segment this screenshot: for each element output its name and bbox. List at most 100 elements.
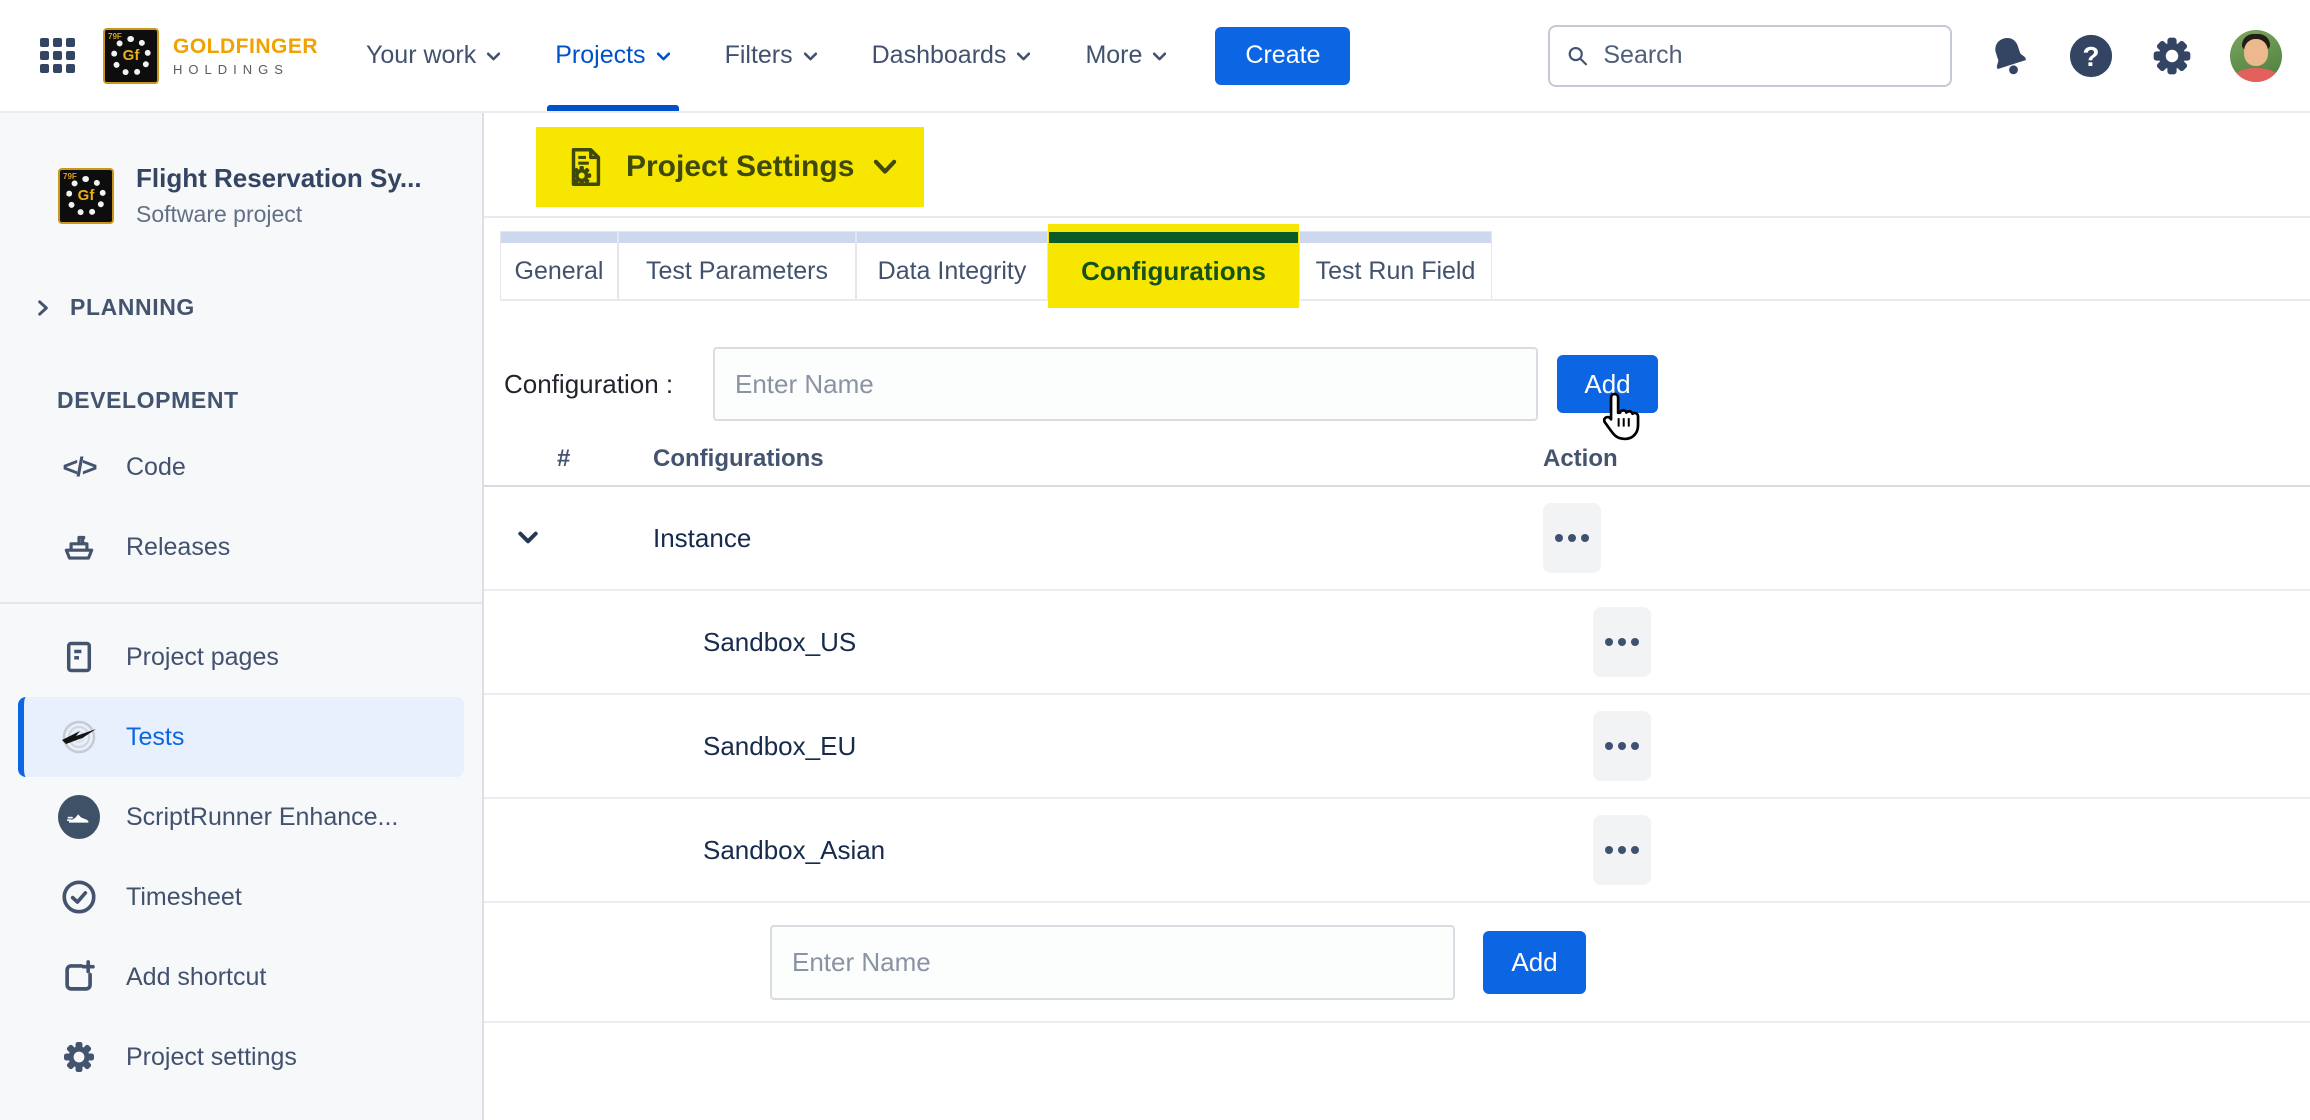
tab-test-parameters[interactable]: Test Parameters	[618, 231, 856, 299]
brand-logo[interactable]: 79F Gf GOLDFINGER HOLDINGS	[103, 28, 318, 84]
sidebar-item-add-shortcut[interactable]: Add shortcut	[0, 937, 482, 1017]
document-gear-icon	[562, 144, 608, 190]
search-input[interactable]	[1603, 41, 1934, 70]
search-box[interactable]	[1548, 25, 1952, 87]
add-sub-configuration-button[interactable]: Add	[1483, 931, 1586, 994]
help-icon[interactable]: ?	[2068, 33, 2114, 79]
project-header[interactable]: 79F Gf Flight Reservation Sy... Software…	[0, 163, 482, 228]
settings-gear-icon[interactable]	[2150, 34, 2194, 78]
tab-general[interactable]: General	[500, 231, 618, 299]
configuration-name: Sandbox_US	[653, 627, 1543, 658]
sidebar-item-scriptrunner[interactable]: ScriptRunner Enhance...	[0, 777, 482, 857]
brand-text: GOLDFINGER HOLDINGS	[173, 35, 318, 77]
tab-strip	[1300, 232, 1491, 243]
sidebar-items: </> Code Releases	[0, 427, 482, 1097]
scriptrunner-shoe-icon	[58, 796, 100, 838]
tab-test-run-field[interactable]: Test Run Field	[1299, 231, 1492, 299]
table-row: Instance	[484, 487, 2310, 591]
gear-icon	[58, 1036, 100, 1078]
chevron-down-icon	[486, 51, 501, 63]
nav-more[interactable]: More	[1085, 0, 1167, 111]
tests-vortex-icon	[58, 716, 100, 758]
row-actions-menu-button[interactable]	[1593, 711, 1651, 781]
search-icon	[1566, 43, 1589, 69]
user-avatar[interactable]	[2230, 30, 2282, 82]
nav-menus: Your work Projects Filters Dashboards Mo…	[366, 0, 1167, 111]
app-switcher-icon[interactable]	[40, 38, 75, 73]
goldfinger-logo-icon: 79F Gf	[103, 28, 159, 84]
configuration-name-input[interactable]	[713, 347, 1538, 421]
create-button[interactable]: Create	[1215, 27, 1350, 85]
nav-filters[interactable]: Filters	[725, 0, 818, 111]
project-avatar-icon: 79F Gf	[58, 168, 114, 224]
table-header-row: # Configurations Action	[484, 433, 2310, 487]
notifications-bell-icon[interactable]	[1986, 33, 2032, 79]
tab-data-integrity[interactable]: Data Integrity	[856, 231, 1048, 299]
tab-strip	[501, 232, 617, 243]
sub-configuration-name-input[interactable]	[770, 925, 1455, 1000]
nav-projects[interactable]: Projects	[555, 0, 670, 111]
configurations-table: # Configurations Action Instance Sandbox…	[484, 433, 2310, 1023]
sidebar-item-code[interactable]: </> Code	[0, 427, 482, 507]
nav-right-icons: ?	[1986, 30, 2282, 82]
configuration-name: Instance	[653, 523, 1543, 554]
tab-active-strip	[1049, 232, 1298, 243]
sidebar-item-project-pages[interactable]: Project pages	[0, 617, 482, 697]
document-icon	[58, 636, 100, 678]
sidebar-item-tests[interactable]: Tests	[18, 697, 464, 777]
configuration-name: Sandbox_Asian	[653, 835, 1543, 866]
sidebar-divider	[0, 602, 482, 604]
column-header-index: #	[517, 445, 653, 473]
project-type: Software project	[136, 201, 422, 228]
ship-icon	[58, 526, 100, 568]
configuration-name: Sandbox_EU	[653, 731, 1543, 762]
chevron-down-icon	[872, 157, 898, 177]
sidebar-section-planning[interactable]: PLANNING	[0, 294, 482, 321]
add-configuration-button[interactable]: Add	[1557, 355, 1658, 413]
tab-configurations[interactable]: Configurations	[1048, 231, 1299, 299]
project-sidebar: 79F Gf Flight Reservation Sy... Software…	[0, 113, 484, 1120]
project-settings-dropdown[interactable]: Project Settings	[536, 127, 924, 207]
settings-tabs: General Test Parameters Data Integrity C…	[500, 231, 2310, 301]
sidebar-item-timesheet[interactable]: Timesheet	[0, 857, 482, 937]
nav-dashboards[interactable]: Dashboards	[872, 0, 1032, 111]
logo-ring: Gf	[111, 36, 151, 76]
configuration-form: Configuration : Add	[504, 347, 2310, 421]
check-circle-icon	[58, 876, 100, 918]
collapse-row-chevron[interactable]	[517, 530, 653, 546]
sidebar-section-development: DEVELOPMENT	[0, 387, 482, 414]
chevron-right-icon	[34, 299, 52, 317]
top-navigation-bar: 79F Gf GOLDFINGER HOLDINGS Your work Pro…	[0, 0, 2310, 113]
project-header-text: Flight Reservation Sy... Software projec…	[136, 163, 422, 228]
chevron-down-icon	[656, 51, 671, 63]
row-actions-menu-button[interactable]	[1543, 503, 1601, 573]
column-header-configurations: Configurations	[653, 445, 1543, 473]
brand-division: HOLDINGS	[173, 62, 318, 77]
sidebar-item-project-settings[interactable]: Project settings	[0, 1017, 482, 1097]
row-actions-menu-button[interactable]	[1593, 607, 1651, 677]
add-sub-configuration-row: Add	[484, 903, 2310, 1023]
add-shortcut-icon	[58, 956, 100, 998]
svg-text:?: ?	[2083, 40, 2100, 71]
sidebar-item-releases[interactable]: Releases	[0, 507, 482, 587]
app-window: 79F Gf GOLDFINGER HOLDINGS Your work Pro…	[0, 0, 2310, 1120]
avatar-shirt	[2234, 68, 2278, 82]
brand-company: GOLDFINGER	[173, 35, 318, 59]
table-row: Sandbox_Asian	[484, 799, 2310, 903]
logo-monogram: Gf	[123, 47, 140, 64]
configuration-label: Configuration :	[504, 369, 713, 400]
chevron-down-icon	[803, 51, 818, 63]
project-name: Flight Reservation Sy...	[136, 163, 422, 194]
table-row: Sandbox_EU	[484, 695, 2310, 799]
nav-your-work[interactable]: Your work	[366, 0, 501, 111]
page-title: Project Settings	[626, 150, 854, 184]
table-row: Sandbox_US	[484, 591, 2310, 695]
row-actions-menu-button[interactable]	[1593, 815, 1651, 885]
main-content: Project Settings General Test Parameters	[484, 113, 2310, 1120]
tab-strip	[857, 232, 1047, 243]
chevron-down-icon	[1016, 51, 1031, 63]
column-header-action: Action	[1543, 445, 2310, 473]
code-icon: </>	[58, 446, 100, 488]
chevron-down-icon	[1152, 51, 1167, 63]
page-title-section: Project Settings	[484, 113, 2310, 218]
